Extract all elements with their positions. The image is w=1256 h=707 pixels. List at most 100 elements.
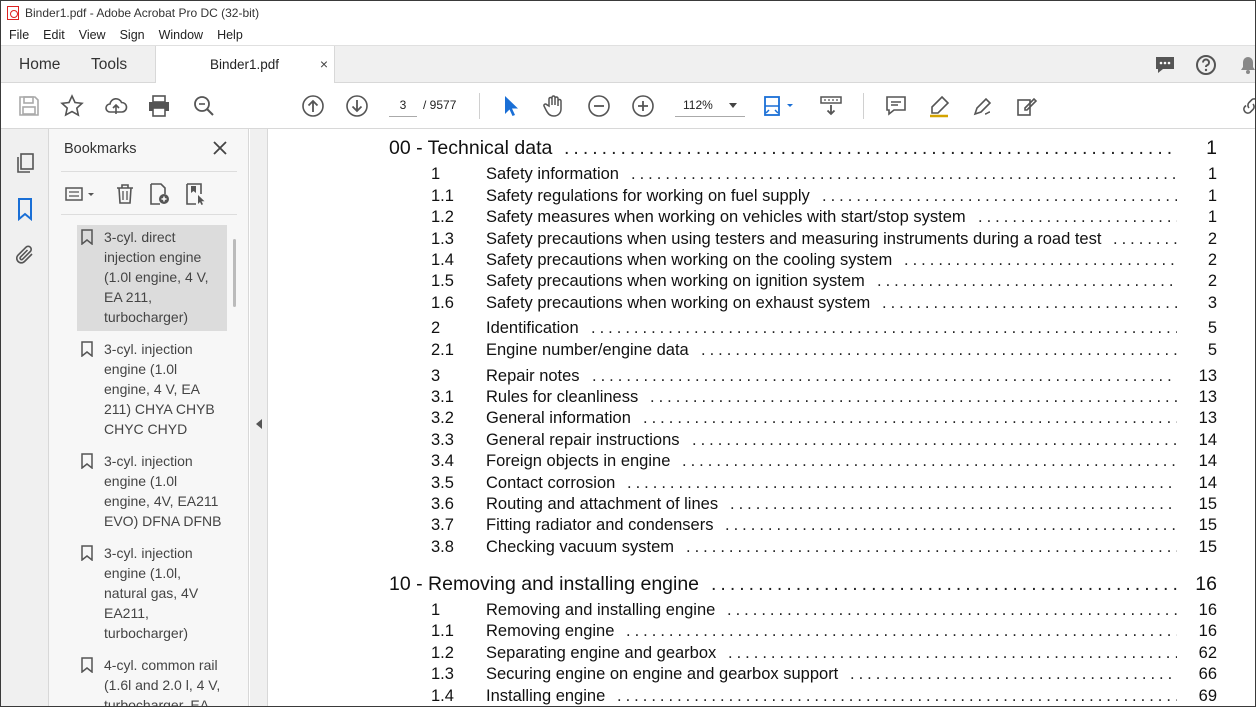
toc-section-title: Safety precautions when using testers an… bbox=[486, 230, 1102, 248]
toc-leader-dots: ........................................… bbox=[1113, 230, 1177, 248]
menu-sign[interactable]: Sign bbox=[112, 28, 151, 42]
bookmark-options-icon[interactable] bbox=[63, 182, 99, 206]
toc-leader-dots: ........................................… bbox=[728, 644, 1177, 662]
toc-section-number: 1.6 bbox=[431, 294, 454, 312]
zoom-in-icon[interactable] bbox=[631, 94, 655, 118]
toc-section-number: 3.8 bbox=[431, 538, 454, 556]
toc-section-row[interactable]: 1.4 Installing engine....................… bbox=[269, 687, 1255, 706]
zoom-out-icon[interactable] bbox=[587, 94, 611, 118]
toc-leader-dots: ........................................… bbox=[711, 573, 1177, 595]
bookmarks-panel-icon[interactable] bbox=[13, 197, 37, 221]
toc-section-title: Safety precautions when working on ignit… bbox=[486, 272, 865, 290]
delete-bookmark-icon[interactable] bbox=[113, 182, 137, 206]
link-icon[interactable] bbox=[1239, 94, 1255, 118]
bookmark-item[interactable]: 3-cyl. injection engine (1.0l, natural g… bbox=[77, 541, 227, 647]
bookmark-item[interactable]: 4-cyl. common rail (1.6l and 2.0 l, 4 V,… bbox=[77, 653, 227, 706]
notifications-bell-icon[interactable] bbox=[1237, 54, 1255, 81]
toc-page-number: 13 bbox=[1198, 367, 1217, 385]
bookmarks-scrollbar[interactable] bbox=[233, 239, 236, 307]
toc-chapter-row[interactable]: 10 - Removing and installing engine.....… bbox=[269, 573, 1255, 597]
toc-page-number: 13 bbox=[1198, 409, 1217, 427]
zoom-level-select[interactable]: 112% bbox=[675, 93, 745, 117]
bookmark-star-icon[interactable] bbox=[60, 94, 84, 118]
upload-cloud-icon[interactable] bbox=[104, 94, 128, 118]
menu-view[interactable]: View bbox=[71, 28, 112, 42]
select-cursor-icon[interactable] bbox=[499, 94, 523, 118]
tab-home[interactable]: Home bbox=[19, 46, 60, 83]
title-bar: Binder1.pdf - Adobe Acrobat Pro DC (32-b… bbox=[1, 1, 1255, 25]
menu-help[interactable]: Help bbox=[209, 28, 249, 42]
next-page-icon[interactable] bbox=[345, 94, 369, 118]
toc-page-number: 15 bbox=[1198, 495, 1217, 513]
toc-section-row[interactable]: 1.2 Safety measures when working on vehic… bbox=[269, 208, 1255, 232]
tab-document[interactable]: Binder1.pdf × bbox=[155, 46, 335, 84]
bookmark-from-selection-icon[interactable] bbox=[183, 182, 207, 206]
scroll-mode-icon[interactable] bbox=[819, 94, 843, 118]
page-thumbnails-icon[interactable] bbox=[13, 151, 37, 175]
toolbar-divider bbox=[863, 93, 864, 119]
toc-leader-dots: ........................................… bbox=[822, 187, 1177, 205]
toc-section-title: Repair notes bbox=[486, 367, 580, 385]
menu-edit[interactable]: Edit bbox=[35, 28, 71, 42]
toc-section-title: Checking vacuum system bbox=[486, 538, 674, 556]
tab-tools[interactable]: Tools bbox=[91, 46, 127, 83]
toc-section-number: 1 bbox=[431, 601, 441, 619]
toc-section-row[interactable]: 3.8 Checking vacuum system...............… bbox=[269, 538, 1255, 562]
zoom-search-icon[interactable] bbox=[192, 94, 216, 118]
toc-section-row[interactable]: 1.1 Removing engine......................… bbox=[269, 622, 1255, 646]
toc-page-number: 15 bbox=[1198, 538, 1217, 556]
toc-section-row[interactable]: 1.5 Safety precautions when working on ig… bbox=[269, 272, 1255, 296]
toc-leader-dots: ........................................… bbox=[682, 452, 1177, 470]
bookmarks-toolbar bbox=[61, 171, 237, 215]
menu-file[interactable]: File bbox=[1, 28, 35, 42]
highlight-pen-icon[interactable] bbox=[927, 94, 951, 118]
toc-section-row[interactable]: 3.7 Fitting radiator and condensers......… bbox=[269, 516, 1255, 540]
toc-leader-dots: ........................................… bbox=[904, 251, 1177, 269]
toc-section-title: Identification bbox=[486, 319, 579, 337]
close-panel-icon[interactable] bbox=[211, 139, 229, 157]
close-tab-icon[interactable]: × bbox=[320, 46, 328, 83]
new-bookmark-icon[interactable] bbox=[147, 182, 171, 206]
toc-section-row[interactable]: 1.3 Securing engine on engine and gearbox… bbox=[269, 665, 1255, 689]
toc-page-number: 16 bbox=[1198, 601, 1217, 619]
toc-section-title: General information bbox=[486, 409, 631, 427]
menu-bar: File Edit View Sign Window Help bbox=[1, 25, 1255, 45]
collapse-panel-handle[interactable] bbox=[250, 129, 268, 706]
hand-tool-icon[interactable] bbox=[542, 94, 566, 118]
toc-leader-dots: ........................................… bbox=[617, 687, 1177, 705]
toc-section-row[interactable]: 3.2 General information..................… bbox=[269, 409, 1255, 433]
toc-section-title: Safety measures when working on vehicles… bbox=[486, 208, 966, 226]
toc-section-row[interactable]: 2.1 Engine number/engine data............… bbox=[269, 341, 1255, 365]
previous-page-icon[interactable] bbox=[301, 94, 325, 118]
bookmark-item[interactable]: 3-cyl. injection engine (1.0l engine, 4 … bbox=[77, 337, 227, 443]
draw-pen-icon[interactable] bbox=[971, 94, 995, 118]
bookmarks-panel-title: Bookmarks bbox=[64, 141, 137, 157]
chevron-left-icon bbox=[256, 419, 262, 429]
toc-section-title: Routing and attachment of lines bbox=[486, 495, 719, 513]
bookmark-item[interactable]: 3-cyl. direct injection engine (1.0l eng… bbox=[77, 225, 227, 331]
toc-section-title: General repair instructions bbox=[486, 431, 680, 449]
toc-section-row[interactable]: 1.6 Safety precautions when working on ex… bbox=[269, 294, 1255, 318]
main-toolbar: 3 / 9577 112% bbox=[1, 83, 1255, 129]
toc-section-row[interactable]: 2 Identification.........................… bbox=[269, 319, 1255, 343]
toc-section-number: 1.2 bbox=[431, 208, 454, 226]
toc-page-number: 14 bbox=[1198, 452, 1217, 470]
add-comment-icon[interactable] bbox=[884, 94, 908, 118]
toc-leader-dots: ........................................… bbox=[627, 474, 1177, 492]
bookmark-item[interactable]: 3-cyl. injection engine (1.0l engine, 4V… bbox=[77, 449, 227, 535]
toc-section-number: 3.6 bbox=[431, 495, 454, 513]
toc-chapter-row[interactable]: 00 - Technical data.....................… bbox=[269, 137, 1255, 161]
save-icon[interactable] bbox=[17, 94, 41, 118]
fit-page-icon[interactable] bbox=[763, 94, 797, 118]
toc-section-row[interactable]: 3.4 Foreign objects in engine............… bbox=[269, 452, 1255, 476]
toc-page-number: 2 bbox=[1207, 230, 1217, 248]
help-icon[interactable] bbox=[1195, 54, 1217, 81]
page-number-input[interactable]: 3 bbox=[389, 93, 417, 117]
attachments-paperclip-icon[interactable] bbox=[13, 243, 37, 267]
print-icon[interactable] bbox=[147, 94, 171, 118]
toc-section-row[interactable]: 1 Safety information.....................… bbox=[269, 165, 1255, 189]
menu-window[interactable]: Window bbox=[151, 28, 209, 42]
comment-bubble-icon[interactable] bbox=[1154, 54, 1176, 81]
toc-section-title: Engine number/engine data bbox=[486, 341, 689, 359]
fill-sign-icon[interactable] bbox=[1015, 94, 1039, 118]
